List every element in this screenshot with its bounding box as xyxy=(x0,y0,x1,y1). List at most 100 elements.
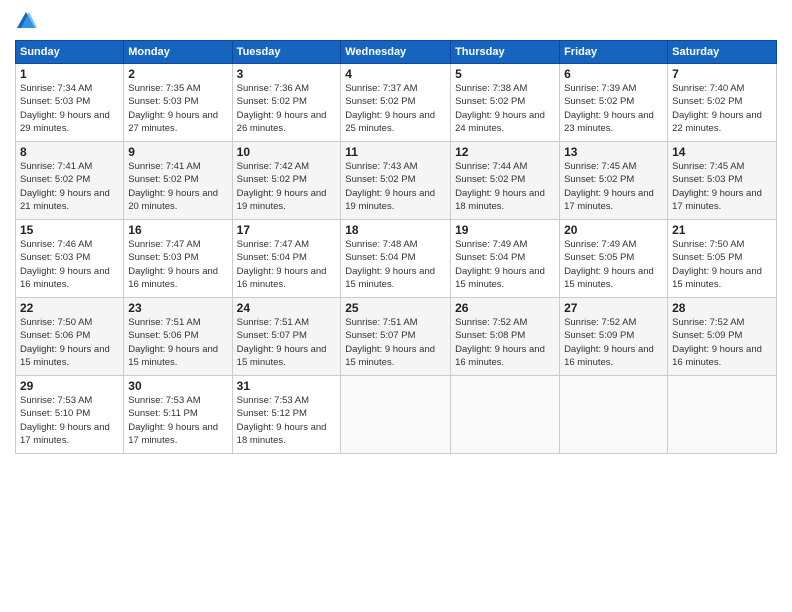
day-cell xyxy=(668,376,777,454)
day-number: 27 xyxy=(564,301,663,315)
day-cell: 24 Sunrise: 7:51 AMSunset: 5:07 PMDaylig… xyxy=(232,298,341,376)
dow-header-monday: Monday xyxy=(124,41,232,64)
day-cell: 20 Sunrise: 7:49 AMSunset: 5:05 PMDaylig… xyxy=(560,220,668,298)
day-cell: 10 Sunrise: 7:42 AMSunset: 5:02 PMDaylig… xyxy=(232,142,341,220)
day-info: Sunrise: 7:34 AMSunset: 5:03 PMDaylight:… xyxy=(20,83,110,134)
day-number: 6 xyxy=(564,67,663,81)
day-number: 5 xyxy=(455,67,555,81)
day-info: Sunrise: 7:51 AMSunset: 5:06 PMDaylight:… xyxy=(128,317,218,368)
day-info: Sunrise: 7:40 AMSunset: 5:02 PMDaylight:… xyxy=(672,83,762,134)
dow-header-saturday: Saturday xyxy=(668,41,777,64)
day-cell: 28 Sunrise: 7:52 AMSunset: 5:09 PMDaylig… xyxy=(668,298,777,376)
day-cell xyxy=(451,376,560,454)
day-number: 21 xyxy=(672,223,772,237)
day-number: 26 xyxy=(455,301,555,315)
day-number: 7 xyxy=(672,67,772,81)
day-info: Sunrise: 7:50 AMSunset: 5:06 PMDaylight:… xyxy=(20,317,110,368)
day-cell: 19 Sunrise: 7:49 AMSunset: 5:04 PMDaylig… xyxy=(451,220,560,298)
day-number: 18 xyxy=(345,223,446,237)
day-cell: 31 Sunrise: 7:53 AMSunset: 5:12 PMDaylig… xyxy=(232,376,341,454)
day-cell: 18 Sunrise: 7:48 AMSunset: 5:04 PMDaylig… xyxy=(341,220,451,298)
day-cell xyxy=(560,376,668,454)
day-cell: 30 Sunrise: 7:53 AMSunset: 5:11 PMDaylig… xyxy=(124,376,232,454)
day-number: 17 xyxy=(237,223,337,237)
day-info: Sunrise: 7:49 AMSunset: 5:04 PMDaylight:… xyxy=(455,239,545,290)
day-info: Sunrise: 7:42 AMSunset: 5:02 PMDaylight:… xyxy=(237,161,327,212)
day-info: Sunrise: 7:47 AMSunset: 5:04 PMDaylight:… xyxy=(237,239,327,290)
day-number: 3 xyxy=(237,67,337,81)
day-number: 24 xyxy=(237,301,337,315)
week-row-1: 1 Sunrise: 7:34 AMSunset: 5:03 PMDayligh… xyxy=(16,64,777,142)
week-row-4: 22 Sunrise: 7:50 AMSunset: 5:06 PMDaylig… xyxy=(16,298,777,376)
logo xyxy=(15,10,41,32)
week-row-2: 8 Sunrise: 7:41 AMSunset: 5:02 PMDayligh… xyxy=(16,142,777,220)
day-info: Sunrise: 7:36 AMSunset: 5:02 PMDaylight:… xyxy=(237,83,327,134)
day-info: Sunrise: 7:53 AMSunset: 5:11 PMDaylight:… xyxy=(128,395,218,446)
day-number: 11 xyxy=(345,145,446,159)
day-cell: 29 Sunrise: 7:53 AMSunset: 5:10 PMDaylig… xyxy=(16,376,124,454)
week-row-5: 29 Sunrise: 7:53 AMSunset: 5:10 PMDaylig… xyxy=(16,376,777,454)
day-info: Sunrise: 7:52 AMSunset: 5:09 PMDaylight:… xyxy=(672,317,762,368)
day-number: 2 xyxy=(128,67,227,81)
day-number: 9 xyxy=(128,145,227,159)
day-info: Sunrise: 7:49 AMSunset: 5:05 PMDaylight:… xyxy=(564,239,654,290)
day-cell: 2 Sunrise: 7:35 AMSunset: 5:03 PMDayligh… xyxy=(124,64,232,142)
week-row-3: 15 Sunrise: 7:46 AMSunset: 5:03 PMDaylig… xyxy=(16,220,777,298)
logo-icon xyxy=(15,10,37,32)
day-cell: 1 Sunrise: 7:34 AMSunset: 5:03 PMDayligh… xyxy=(16,64,124,142)
day-cell: 11 Sunrise: 7:43 AMSunset: 5:02 PMDaylig… xyxy=(341,142,451,220)
day-cell: 12 Sunrise: 7:44 AMSunset: 5:02 PMDaylig… xyxy=(451,142,560,220)
day-number: 12 xyxy=(455,145,555,159)
day-info: Sunrise: 7:37 AMSunset: 5:02 PMDaylight:… xyxy=(345,83,435,134)
day-number: 8 xyxy=(20,145,119,159)
day-number: 25 xyxy=(345,301,446,315)
day-number: 23 xyxy=(128,301,227,315)
dow-header-wednesday: Wednesday xyxy=(341,41,451,64)
day-cell: 4 Sunrise: 7:37 AMSunset: 5:02 PMDayligh… xyxy=(341,64,451,142)
dow-header-friday: Friday xyxy=(560,41,668,64)
day-info: Sunrise: 7:45 AMSunset: 5:02 PMDaylight:… xyxy=(564,161,654,212)
day-cell: 15 Sunrise: 7:46 AMSunset: 5:03 PMDaylig… xyxy=(16,220,124,298)
page-header xyxy=(15,10,777,32)
day-number: 31 xyxy=(237,379,337,393)
day-number: 28 xyxy=(672,301,772,315)
day-number: 20 xyxy=(564,223,663,237)
day-cell: 9 Sunrise: 7:41 AMSunset: 5:02 PMDayligh… xyxy=(124,142,232,220)
day-cell: 21 Sunrise: 7:50 AMSunset: 5:05 PMDaylig… xyxy=(668,220,777,298)
day-info: Sunrise: 7:38 AMSunset: 5:02 PMDaylight:… xyxy=(455,83,545,134)
day-info: Sunrise: 7:46 AMSunset: 5:03 PMDaylight:… xyxy=(20,239,110,290)
day-info: Sunrise: 7:41 AMSunset: 5:02 PMDaylight:… xyxy=(128,161,218,212)
day-info: Sunrise: 7:51 AMSunset: 5:07 PMDaylight:… xyxy=(345,317,435,368)
day-number: 1 xyxy=(20,67,119,81)
calendar-table: SundayMondayTuesdayWednesdayThursdayFrid… xyxy=(15,40,777,454)
day-number: 19 xyxy=(455,223,555,237)
day-info: Sunrise: 7:52 AMSunset: 5:09 PMDaylight:… xyxy=(564,317,654,368)
day-number: 10 xyxy=(237,145,337,159)
day-cell: 17 Sunrise: 7:47 AMSunset: 5:04 PMDaylig… xyxy=(232,220,341,298)
day-info: Sunrise: 7:45 AMSunset: 5:03 PMDaylight:… xyxy=(672,161,762,212)
day-cell: 13 Sunrise: 7:45 AMSunset: 5:02 PMDaylig… xyxy=(560,142,668,220)
day-cell: 23 Sunrise: 7:51 AMSunset: 5:06 PMDaylig… xyxy=(124,298,232,376)
day-cell: 25 Sunrise: 7:51 AMSunset: 5:07 PMDaylig… xyxy=(341,298,451,376)
dow-header-sunday: Sunday xyxy=(16,41,124,64)
day-cell: 6 Sunrise: 7:39 AMSunset: 5:02 PMDayligh… xyxy=(560,64,668,142)
day-number: 15 xyxy=(20,223,119,237)
day-cell xyxy=(341,376,451,454)
day-cell: 3 Sunrise: 7:36 AMSunset: 5:02 PMDayligh… xyxy=(232,64,341,142)
day-info: Sunrise: 7:53 AMSunset: 5:10 PMDaylight:… xyxy=(20,395,110,446)
dow-header-tuesday: Tuesday xyxy=(232,41,341,64)
day-number: 30 xyxy=(128,379,227,393)
day-cell: 16 Sunrise: 7:47 AMSunset: 5:03 PMDaylig… xyxy=(124,220,232,298)
day-number: 4 xyxy=(345,67,446,81)
day-cell: 7 Sunrise: 7:40 AMSunset: 5:02 PMDayligh… xyxy=(668,64,777,142)
day-info: Sunrise: 7:52 AMSunset: 5:08 PMDaylight:… xyxy=(455,317,545,368)
day-info: Sunrise: 7:51 AMSunset: 5:07 PMDaylight:… xyxy=(237,317,327,368)
dow-header-thursday: Thursday xyxy=(451,41,560,64)
day-number: 14 xyxy=(672,145,772,159)
day-cell: 14 Sunrise: 7:45 AMSunset: 5:03 PMDaylig… xyxy=(668,142,777,220)
day-info: Sunrise: 7:39 AMSunset: 5:02 PMDaylight:… xyxy=(564,83,654,134)
day-number: 29 xyxy=(20,379,119,393)
day-info: Sunrise: 7:53 AMSunset: 5:12 PMDaylight:… xyxy=(237,395,327,446)
day-cell: 5 Sunrise: 7:38 AMSunset: 5:02 PMDayligh… xyxy=(451,64,560,142)
day-info: Sunrise: 7:43 AMSunset: 5:02 PMDaylight:… xyxy=(345,161,435,212)
